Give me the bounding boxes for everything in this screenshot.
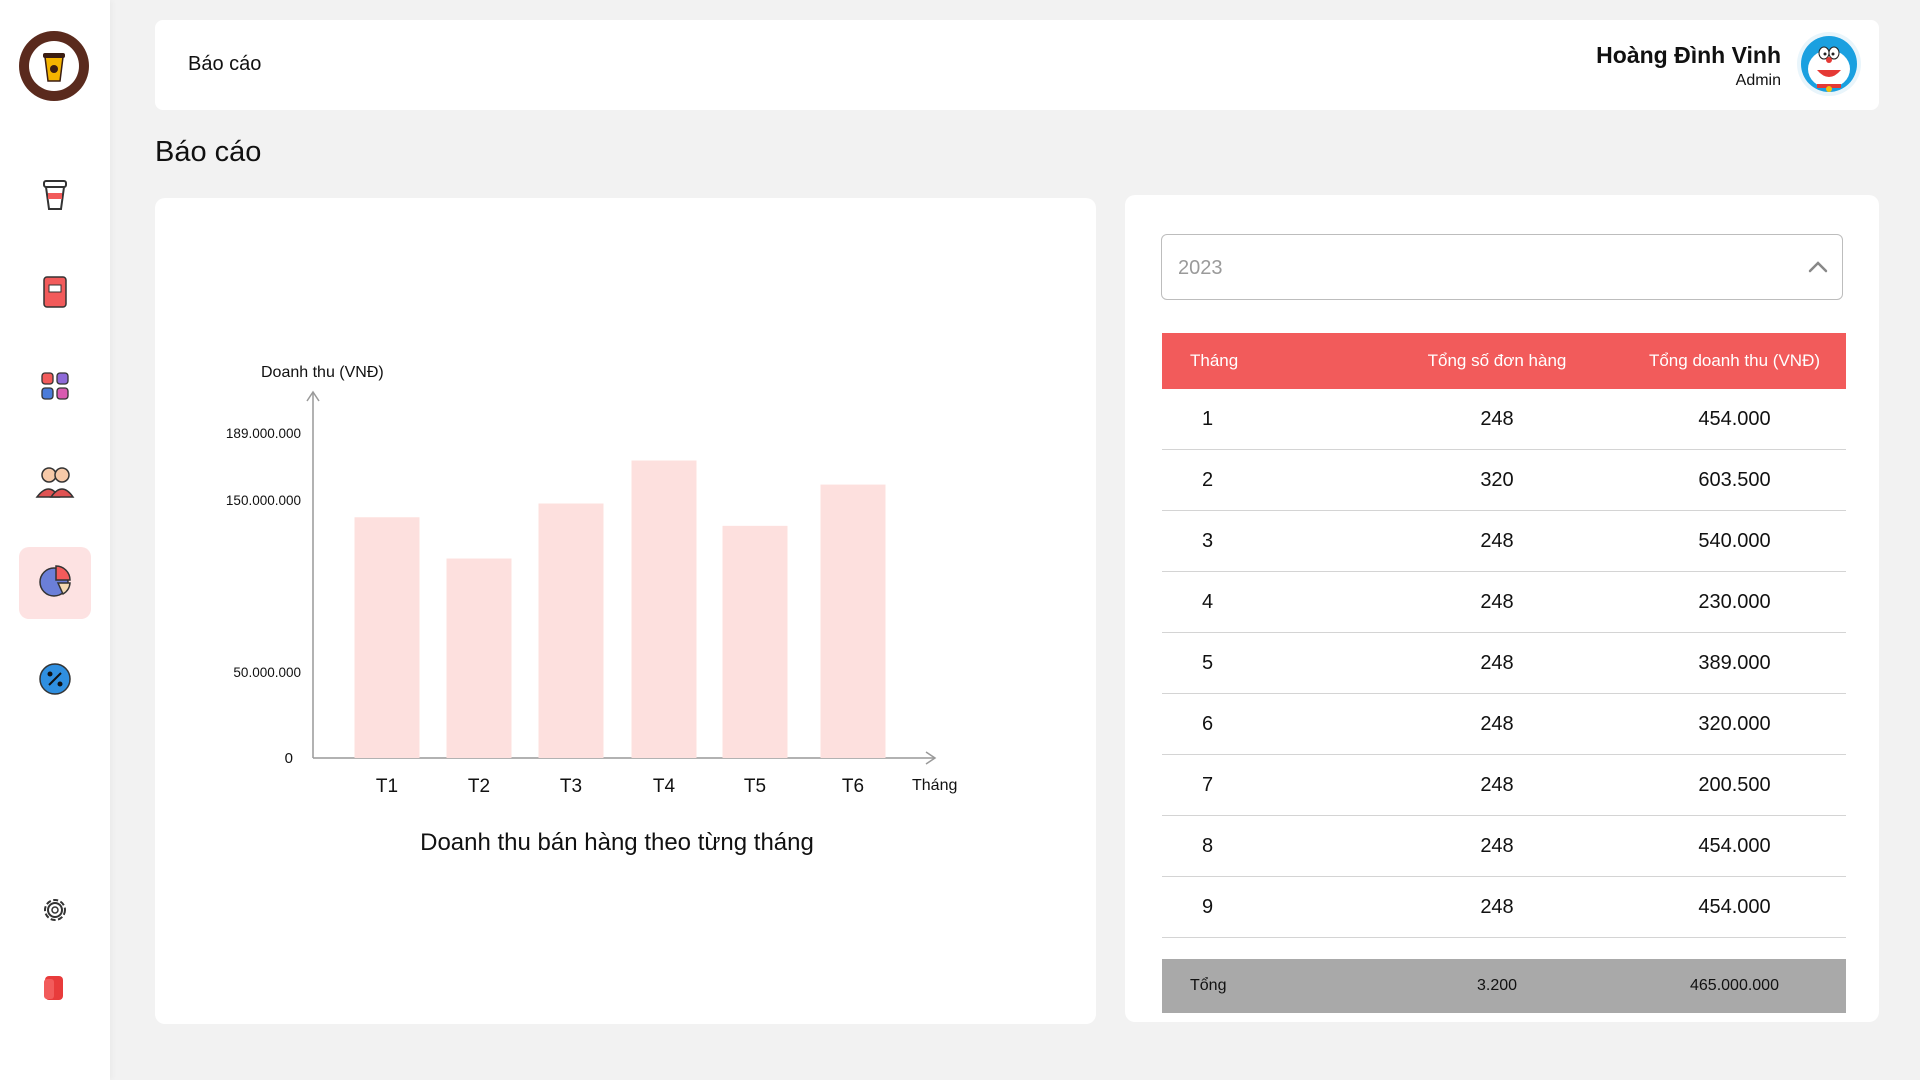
cell-month: 9 <box>1162 876 1371 938</box>
logo-cup-icon <box>29 41 79 91</box>
cell-orders: 248 <box>1371 754 1623 816</box>
cell-revenue: 454.000 <box>1623 815 1846 877</box>
cell-revenue: 603.500 <box>1623 449 1846 511</box>
header-orders: Tổng số đơn hàng <box>1371 333 1623 389</box>
x-tick-label: T2 <box>468 776 490 797</box>
revenue-chart-card: T1 T2 T3 T4 T5 T6 0 50.000.000 150.000.000 189.00… <box>155 198 1096 1024</box>
x-tick-label: T4 <box>653 776 676 797</box>
cell-month: 2 <box>1162 449 1371 511</box>
doraemon-avatar-icon <box>1801 36 1857 92</box>
pie-chart-icon <box>37 563 73 604</box>
y-tick-label: 0 <box>285 750 293 767</box>
cell-month: 1 <box>1162 389 1371 450</box>
settings-gear-icon <box>40 895 70 930</box>
x-tick-label: T3 <box>560 776 582 797</box>
cell-revenue: 200.500 <box>1623 754 1846 816</box>
staff-users-icon <box>35 463 75 504</box>
cell-orders: 248 <box>1371 389 1623 450</box>
user-role: Admin <box>1735 72 1781 89</box>
x-tick-label: T1 <box>376 776 398 797</box>
cell-revenue: 230.000 <box>1623 571 1846 633</box>
table-total-row: Tổng 3.200 465.000.000 <box>1162 959 1846 1013</box>
report-table-card: 2023 Tháng Tổng số đơn hàng Tổng doanh t… <box>1125 195 1879 1022</box>
total-revenue: 465.000.000 <box>1623 959 1846 1013</box>
coffee-house-logo[interactable] <box>19 31 89 101</box>
y-tick-label: 50.000.000 <box>233 665 301 680</box>
avatar[interactable] <box>1797 32 1861 96</box>
sidebar-item-discount-badge[interactable] <box>19 645 91 717</box>
sidebar-item-settings-gear[interactable] <box>19 876 91 948</box>
y-tick-label: 150.000.000 <box>226 493 301 508</box>
total-orders: 3.200 <box>1371 959 1623 1013</box>
coffee-cup-icon <box>41 178 69 217</box>
table-row: 4 248 230.000 <box>1162 571 1846 633</box>
year-select-value: 2023 <box>1178 257 1223 279</box>
cell-revenue: 454.000 <box>1623 389 1846 450</box>
cell-orders: 248 <box>1371 693 1623 755</box>
bar-T3 <box>538 503 604 758</box>
table-row: 5 248 389.000 <box>1162 632 1846 694</box>
cell-month: 7 <box>1162 754 1371 816</box>
cell-revenue: 320.000 <box>1623 693 1846 755</box>
cell-orders: 248 <box>1371 510 1623 572</box>
cell-revenue: 540.000 <box>1623 510 1846 572</box>
bar-T2 <box>446 558 512 758</box>
cell-month: 6 <box>1162 693 1371 755</box>
sidebar-item-coffee-cup[interactable] <box>19 161 91 233</box>
table-spacer <box>1162 938 1846 960</box>
category-grid-icon <box>40 371 70 406</box>
cell-revenue: 389.000 <box>1623 632 1846 694</box>
year-select[interactable]: 2023 <box>1161 234 1843 300</box>
sidebar-item-logout-door[interactable] <box>19 954 91 1026</box>
x-tick-label: T5 <box>744 776 766 797</box>
sidebar-item-category-grid[interactable] <box>19 352 91 424</box>
discount-badge-icon <box>38 662 72 701</box>
cell-orders: 248 <box>1371 632 1623 694</box>
header-revenue: Tổng doanh thu (VNĐ) <box>1623 333 1846 389</box>
top-header: Báo cáo Hoàng Đình Vinh Admin <box>155 20 1879 110</box>
table-header-row: Tháng Tổng số đơn hàng Tổng doanh thu (V… <box>1162 333 1846 389</box>
sidebar-item-staff-users[interactable] <box>19 447 91 519</box>
table-row: 6 248 320.000 <box>1162 693 1846 755</box>
header-month: Tháng <box>1162 333 1371 389</box>
bar-T1 <box>354 517 420 758</box>
bar-T4 <box>631 460 697 758</box>
cell-orders: 320 <box>1371 449 1623 511</box>
user-info[interactable]: Hoàng Đình Vinh Admin <box>1596 42 1781 90</box>
x-axis-label: Tháng <box>912 777 957 794</box>
sidebar-item-order-book[interactable] <box>19 258 91 330</box>
cell-orders: 248 <box>1371 876 1623 938</box>
chart-title: Doanh thu bán hàng theo từng tháng <box>420 829 814 856</box>
y-tick-label: 189.000.000 <box>226 426 301 441</box>
cell-month: 8 <box>1162 815 1371 877</box>
breadcrumb: Báo cáo <box>188 53 262 75</box>
logout-door-icon <box>41 973 69 1008</box>
y-axis-label: Doanh thu (VNĐ) <box>261 364 384 381</box>
cell-revenue: 454.000 <box>1623 876 1846 938</box>
table-row: 1 248 454.000 <box>1162 389 1846 450</box>
cell-orders: 248 <box>1371 571 1623 633</box>
cell-month: 5 <box>1162 632 1371 694</box>
revenue-bar-chart: T1 T2 T3 T4 T5 T6 0 50.000.000 150.000.000 189.00… <box>226 364 957 856</box>
cell-month: 3 <box>1162 510 1371 572</box>
report-table: Tháng Tổng số đơn hàng Tổng doanh thu (V… <box>1162 333 1846 1013</box>
cell-month: 4 <box>1162 571 1371 633</box>
table-row: 7 248 200.500 <box>1162 754 1846 816</box>
cell-orders: 248 <box>1371 815 1623 877</box>
order-book-icon <box>41 275 69 314</box>
bar-T6 <box>820 484 886 758</box>
chevron-up-icon <box>1806 255 1830 284</box>
page-title: Báo cáo <box>155 136 262 168</box>
table-row: 3 248 540.000 <box>1162 510 1846 572</box>
sidebar <box>0 0 110 1080</box>
bar-T5 <box>722 525 788 758</box>
table-row: 9 248 454.000 <box>1162 876 1846 938</box>
x-tick-label: T6 <box>842 776 864 797</box>
table-row: 8 248 454.000 <box>1162 815 1846 877</box>
table-row: 2 320 603.500 <box>1162 449 1846 511</box>
user-name: Hoàng Đình Vinh <box>1596 42 1781 68</box>
sidebar-item-pie-chart[interactable] <box>19 547 91 619</box>
total-label: Tổng <box>1162 959 1371 1013</box>
